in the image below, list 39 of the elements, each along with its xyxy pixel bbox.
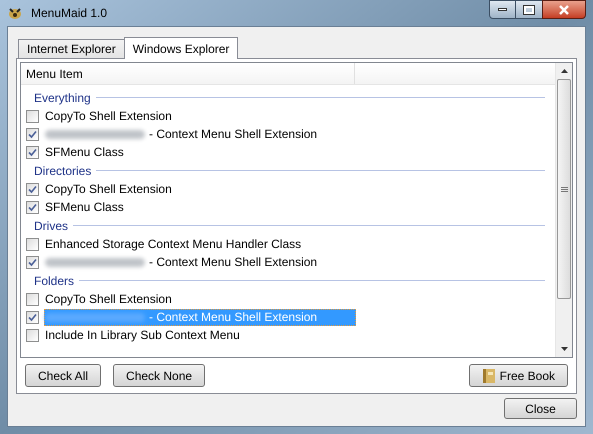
close-window-button[interactable] (542, 0, 586, 19)
list-item[interactable]: SFMenu Class (44, 198, 129, 216)
check-button[interactable]: Check All (25, 364, 102, 387)
checkbox[interactable] (26, 310, 39, 324)
tab[interactable]: Internet Explorer (18, 39, 124, 58)
scroll-down-icon[interactable] (560, 347, 568, 351)
check-button[interactable]: Check None (113, 364, 206, 387)
close-icon (558, 4, 570, 14)
group-header: Folders (34, 272, 74, 290)
book-icon (482, 368, 496, 384)
list-item[interactable]: - Context Menu Shell Extension (44, 254, 322, 270)
minimize-button[interactable] (489, 0, 516, 19)
checkbox[interactable] (26, 182, 39, 196)
list-item[interactable]: CopyTo Shell Extension (44, 290, 177, 308)
window-title: MenuMaid 1.0 (31, 5, 108, 22)
scrollbar[interactable] (555, 63, 572, 357)
list-item[interactable]: Enhanced Storage Context Menu Handler Class (44, 236, 306, 252)
scroll-thumb[interactable] (557, 79, 571, 299)
group-header: Everything (34, 90, 91, 106)
checkbox[interactable] (26, 292, 39, 306)
scroll-up-icon[interactable] (560, 69, 568, 73)
group-header: Directories (34, 162, 92, 180)
maximize-button[interactable] (516, 0, 542, 19)
list-item[interactable]: Include In Library Sub Context Menu (44, 326, 245, 344)
checkbox[interactable] (26, 146, 39, 158)
list-item[interactable]: - Context Menu Shell Extension (44, 126, 322, 142)
checkbox[interactable] (26, 200, 39, 214)
checkbox[interactable] (26, 238, 39, 250)
checkbox[interactable] (26, 110, 39, 122)
tab[interactable]: Windows Explorer (124, 37, 238, 59)
checkbox[interactable] (26, 256, 39, 268)
checkbox[interactable] (26, 128, 39, 140)
checkbox[interactable] (26, 328, 39, 342)
list-item[interactable]: CopyTo Shell Extension (44, 108, 177, 124)
list-item[interactable]: CopyTo Shell Extension (44, 180, 177, 198)
group-header: Drives (34, 218, 68, 234)
close-button[interactable]: Close (504, 398, 577, 419)
free-book-button[interactable]: Free Book (468, 364, 568, 387)
list-item[interactable]: SFMenu Class (44, 144, 129, 160)
